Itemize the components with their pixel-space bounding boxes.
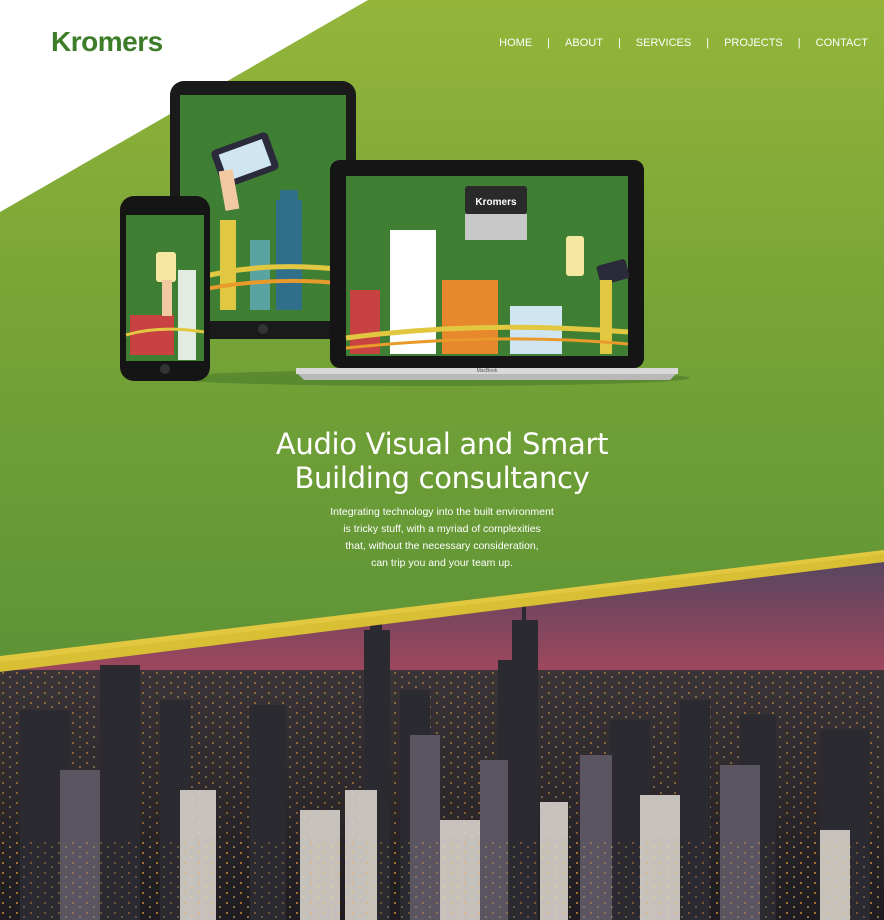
laptop-screen-brand: Kromers bbox=[475, 197, 517, 208]
hero-headline-line1: Audio Visual and Smart bbox=[275, 427, 609, 462]
hero-description-line: Integrating technology into the built en… bbox=[330, 505, 554, 518]
nav-projects[interactable]: PROJECTS bbox=[724, 37, 783, 49]
nav-separator: | bbox=[617, 37, 621, 49]
hero-headline: Audio Visual and Smart Building consulta… bbox=[0, 427, 884, 495]
laptop-mockup: MacBook Kromers bbox=[296, 160, 678, 380]
nav-separator: | bbox=[797, 37, 801, 49]
main-nav: HOME | ABOUT | SERVICES | PROJECTS | CON… bbox=[499, 37, 868, 49]
nav-separator: | bbox=[706, 37, 710, 49]
nav-home[interactable]: HOME bbox=[499, 37, 532, 49]
device-mockups-illustration: MacBook Kromers bbox=[120, 81, 690, 386]
brand-logo[interactable]: Kromers bbox=[51, 26, 163, 58]
laptop-model-label: MacBook bbox=[477, 368, 498, 374]
nav-separator: | bbox=[547, 37, 551, 49]
phone-mockup bbox=[120, 196, 210, 381]
nav-about[interactable]: ABOUT bbox=[565, 37, 603, 49]
nav-services[interactable]: SERVICES bbox=[636, 37, 691, 49]
nav-contact[interactable]: CONTACT bbox=[816, 37, 868, 49]
hero-description-line: is tricky stuff, with a myriad of comple… bbox=[343, 522, 541, 535]
city-skyline-photo bbox=[0, 550, 884, 920]
hero-headline-line2: Building consultancy bbox=[294, 461, 590, 496]
